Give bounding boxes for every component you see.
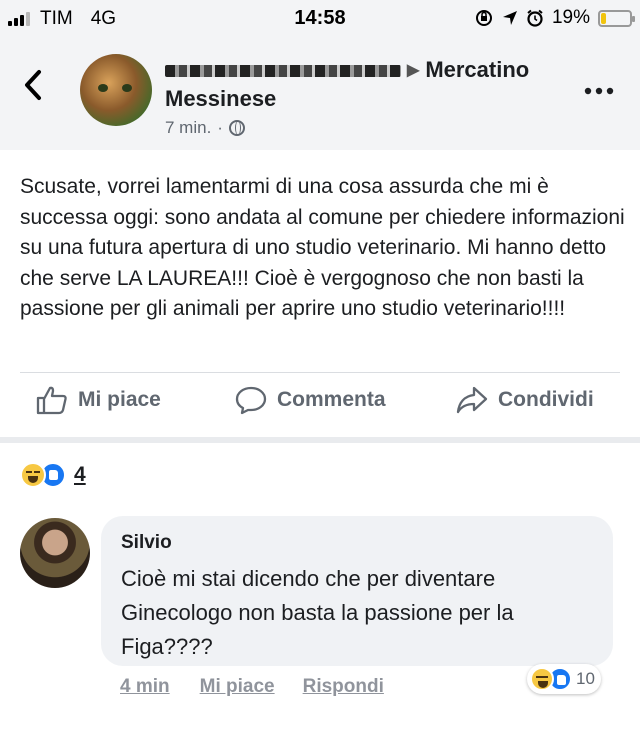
comment-like-button[interactable]: Mi piace: [200, 676, 275, 698]
location-arrow-icon: [502, 11, 517, 25]
chevron-left-icon: [25, 70, 41, 100]
like-button[interactable]: Mi piace: [36, 385, 161, 415]
commenter-avatar[interactable]: [20, 518, 90, 588]
post-author-line[interactable]: ▶ Mercatino Messinese: [165, 56, 575, 113]
status-bar: TIM 4G 14:58 19%: [0, 0, 640, 38]
divider: [20, 372, 620, 373]
haha-reaction-icon: [530, 667, 554, 691]
status-right: 19%: [474, 7, 635, 29]
post-actions: Mi piace Commenta Condividi: [0, 385, 640, 431]
more-dots-icon: [584, 87, 614, 95]
battery-icon: [598, 9, 635, 27]
thumbs-up-icon: [36, 386, 67, 415]
post-meta: 7 min. ·: [165, 118, 245, 138]
haha-reaction-icon: [20, 462, 46, 488]
more-options-button[interactable]: [584, 70, 614, 102]
post-body: Scusate, vorrei lamentarmi di una cosa a…: [20, 175, 625, 320]
comment-bubble-icon: [235, 386, 267, 415]
caret-right-icon: ▶: [407, 62, 420, 80]
comment-reply-button[interactable]: Rispondi: [303, 676, 384, 698]
like-label: Mi piace: [78, 388, 161, 411]
share-arrow-icon: [456, 386, 488, 414]
reactions-summary[interactable]: 4: [20, 462, 86, 488]
alarm-icon: [527, 9, 543, 27]
section-separator: [0, 437, 640, 443]
battery-percent: 19%: [551, 7, 590, 28]
meta-dot: ·: [217, 118, 223, 137]
comment-time[interactable]: 4 min: [120, 676, 170, 698]
share-button[interactable]: Condividi: [456, 385, 594, 415]
post-header: ▶ Mercatino Messinese 7 min. ·: [0, 38, 640, 150]
comment-text: Cioè mi stai dicendo che per diventare G…: [121, 566, 514, 659]
comment-actions: 4 min Mi piace Rispondi: [120, 676, 384, 698]
share-label: Condividi: [498, 388, 594, 411]
comment-button[interactable]: Commenta: [235, 385, 386, 415]
redacted-author-name: [165, 65, 401, 78]
comment-reaction-count: 10: [576, 669, 595, 688]
back-button[interactable]: [22, 68, 44, 112]
comment-author[interactable]: Silvio: [121, 532, 172, 554]
globe-icon: [228, 120, 245, 136]
comment-label: Commenta: [277, 388, 386, 411]
reaction-count[interactable]: 4: [74, 463, 86, 487]
comment-bubble: Silvio Cioè mi stai dicendo che per dive…: [101, 516, 613, 666]
author-avatar[interactable]: [80, 54, 152, 126]
orientation-lock-icon: [475, 10, 492, 26]
post-time: 7 min.: [165, 118, 212, 137]
comment-reactions[interactable]: 10: [527, 664, 601, 694]
